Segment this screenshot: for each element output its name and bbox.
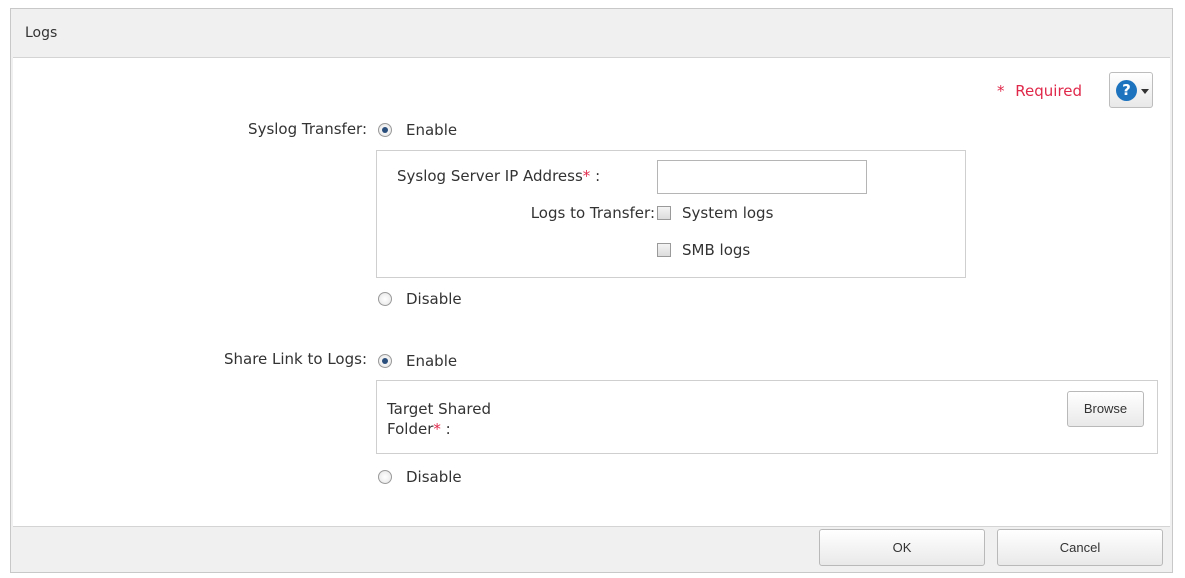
- syslog-settings-panel: Syslog Server IP Address* : Logs to Tran…: [376, 150, 966, 278]
- target-shared-folder-label: Target Shared Folder* :: [387, 399, 491, 439]
- target-shared-label-line2: Folder: [387, 420, 434, 438]
- syslog-enable-radio[interactable]: [378, 123, 392, 137]
- syslog-transfer-label: Syslog Transfer:: [248, 120, 367, 138]
- syslog-server-ip-label-text: Syslog Server IP Address: [397, 167, 583, 185]
- share-link-settings-panel: Target Shared Folder* : Browse: [376, 380, 1158, 454]
- browse-button[interactable]: Browse: [1067, 391, 1144, 427]
- ok-button[interactable]: OK: [819, 529, 985, 566]
- required-indicator: * Required: [997, 82, 1082, 100]
- syslog-disable-radio[interactable]: [378, 292, 392, 306]
- chevron-down-icon: [1141, 89, 1149, 94]
- label-colon: :: [445, 420, 451, 438]
- system-logs-checkbox[interactable]: [657, 206, 671, 220]
- dialog-title: Logs: [25, 25, 58, 41]
- dialog-content: * Required ? Syslog Transfer: Enable Sys…: [13, 57, 1170, 527]
- share-link-enable-radio[interactable]: [378, 354, 392, 368]
- syslog-enable-label[interactable]: Enable: [406, 121, 457, 139]
- share-link-disable-radio[interactable]: [378, 470, 392, 484]
- logs-dialog: Logs * Required ? Syslog Transfer: Enabl…: [10, 8, 1173, 573]
- target-shared-label-line1: Target Shared: [387, 400, 491, 418]
- syslog-server-ip-input[interactable]: [657, 160, 867, 194]
- syslog-disable-label[interactable]: Disable: [406, 290, 462, 308]
- help-dropdown-button[interactable]: ?: [1109, 72, 1153, 108]
- system-logs-label[interactable]: System logs: [682, 204, 773, 222]
- required-star: *: [433, 420, 441, 438]
- required-star: *: [997, 82, 1005, 100]
- share-link-label: Share Link to Logs:: [223, 350, 367, 368]
- required-label: Required: [1015, 82, 1083, 100]
- help-icon: ?: [1116, 80, 1137, 101]
- share-link-disable-label[interactable]: Disable: [406, 468, 462, 486]
- label-colon: :: [595, 167, 601, 185]
- cancel-button[interactable]: Cancel: [997, 529, 1163, 566]
- required-star: *: [582, 167, 591, 185]
- smb-logs-checkbox[interactable]: [657, 243, 671, 257]
- smb-logs-label[interactable]: SMB logs: [682, 241, 750, 259]
- logs-to-transfer-label: Logs to Transfer:: [530, 204, 655, 222]
- syslog-server-ip-label: Syslog Server IP Address* :: [397, 167, 600, 185]
- share-link-enable-label[interactable]: Enable: [406, 352, 457, 370]
